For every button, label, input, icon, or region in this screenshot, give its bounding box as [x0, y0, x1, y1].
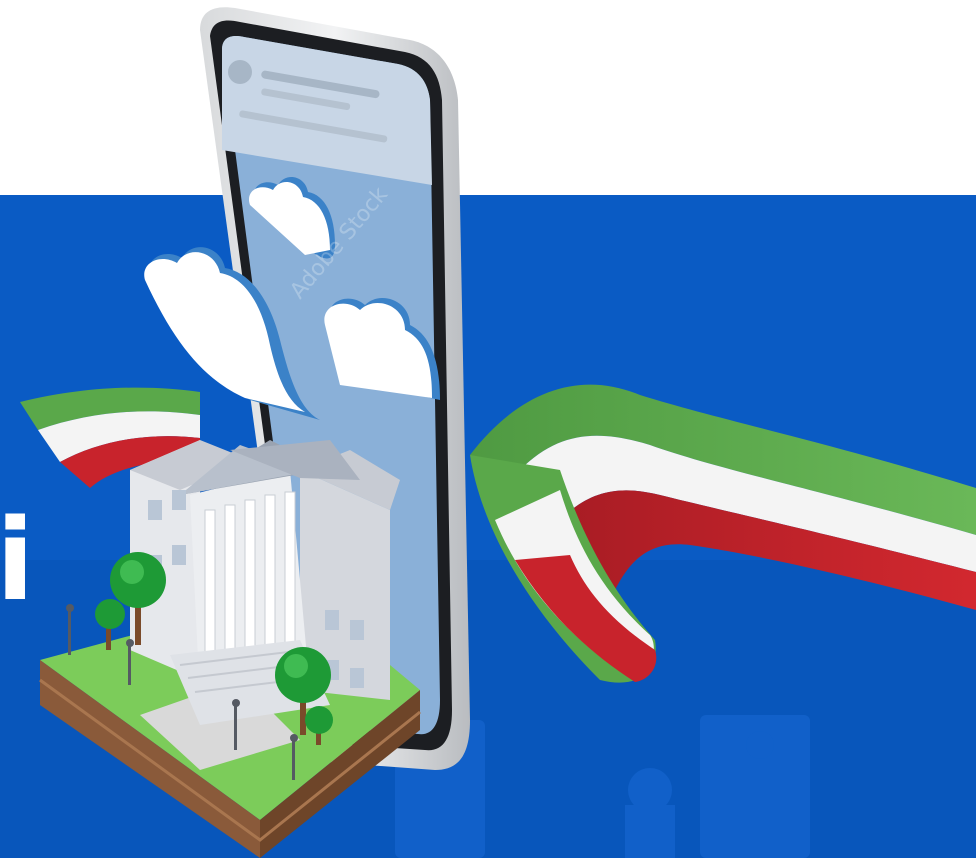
illustration-scene: Adobe Stock i — [0, 0, 976, 858]
cropped-heading-letter: i — [0, 496, 34, 626]
illustration-svg: Adobe Stock — [0, 7, 976, 858]
